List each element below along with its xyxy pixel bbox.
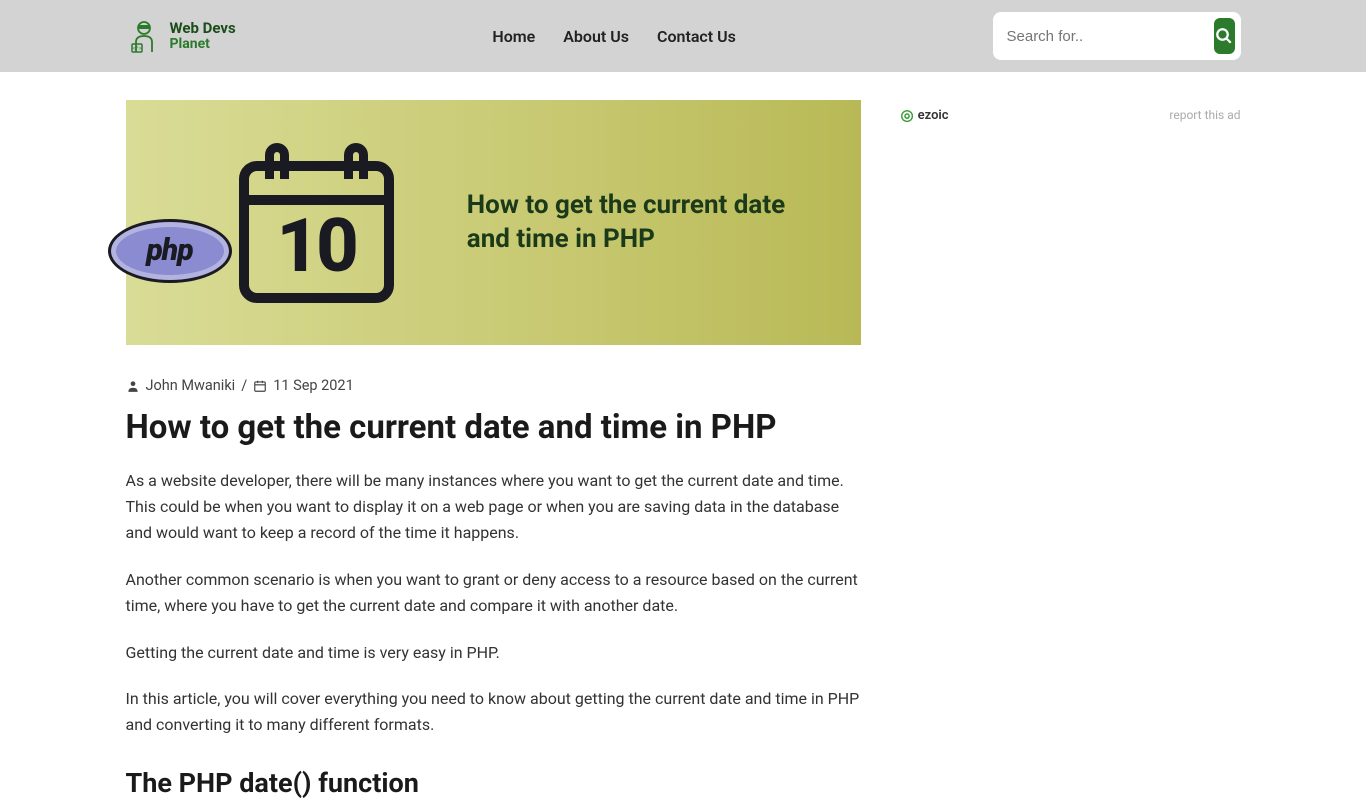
meta-separator: /	[241, 377, 247, 394]
site-logo[interactable]: </> Web Devs Planet	[126, 18, 236, 54]
search-icon	[1215, 27, 1233, 45]
logo-icon: </>	[126, 18, 162, 54]
nav-about[interactable]: About Us	[563, 27, 629, 46]
article-body: As a website developer, there will be ma…	[126, 468, 861, 799]
logo-text: Web Devs Planet	[170, 20, 236, 52]
calendar-small-icon	[253, 379, 267, 393]
ezoic-icon: ◎	[901, 106, 914, 124]
user-icon	[126, 379, 140, 393]
ezoic-badge: ◎ ezoic	[901, 106, 949, 124]
sidebar-ad-row: ◎ ezoic report this ad	[901, 106, 1241, 124]
hero-text: How to get the current date and time in …	[467, 189, 821, 257]
paragraph: Getting the current date and time is ver…	[126, 640, 861, 666]
hero-graphic: 10 php	[166, 143, 467, 303]
php-badge-icon: php	[108, 219, 232, 283]
hero-banner: 10 php How to get the current date and t…	[126, 100, 861, 345]
nav-contact[interactable]: Contact Us	[657, 27, 736, 46]
main-nav: Home About Us Contact Us	[492, 27, 736, 46]
publish-date: 11 Sep 2021	[273, 377, 354, 394]
header-inner: </> Web Devs Planet Home About Us Contac…	[126, 12, 1241, 60]
ezoic-label: ezoic	[918, 108, 949, 123]
nav-home[interactable]: Home	[492, 27, 535, 46]
hero-title: How to get the current date and time in …	[467, 189, 821, 257]
paragraph: In this article, you will cover everythi…	[126, 686, 861, 739]
header-bar: </> Web Devs Planet Home About Us Contac…	[0, 0, 1366, 72]
logo-line2: Planet	[170, 37, 236, 52]
article-title: How to get the current date and time in …	[126, 408, 861, 448]
search-input[interactable]	[1007, 28, 1206, 45]
section-heading: The PHP date() function	[126, 767, 861, 799]
search-button[interactable]	[1214, 18, 1235, 54]
svg-text:</>: </>	[132, 46, 141, 52]
article-meta: John Mwaniki / 11 Sep 2021	[126, 377, 861, 394]
logo-line1: Web Devs	[170, 20, 236, 37]
sidebar: ◎ ezoic report this ad	[901, 100, 1241, 799]
calendar-icon: 10	[239, 143, 394, 303]
paragraph: Another common scenario is when you want…	[126, 567, 861, 620]
calendar-day-number: 10	[239, 203, 394, 290]
author-name: John Mwaniki	[146, 377, 236, 394]
main-column: 10 php How to get the current date and t…	[126, 100, 861, 799]
report-ad-link[interactable]: report this ad	[1169, 108, 1240, 122]
search-container	[993, 12, 1241, 60]
paragraph: As a website developer, there will be ma…	[126, 468, 861, 547]
content-wrap: 10 php How to get the current date and t…	[126, 100, 1241, 799]
